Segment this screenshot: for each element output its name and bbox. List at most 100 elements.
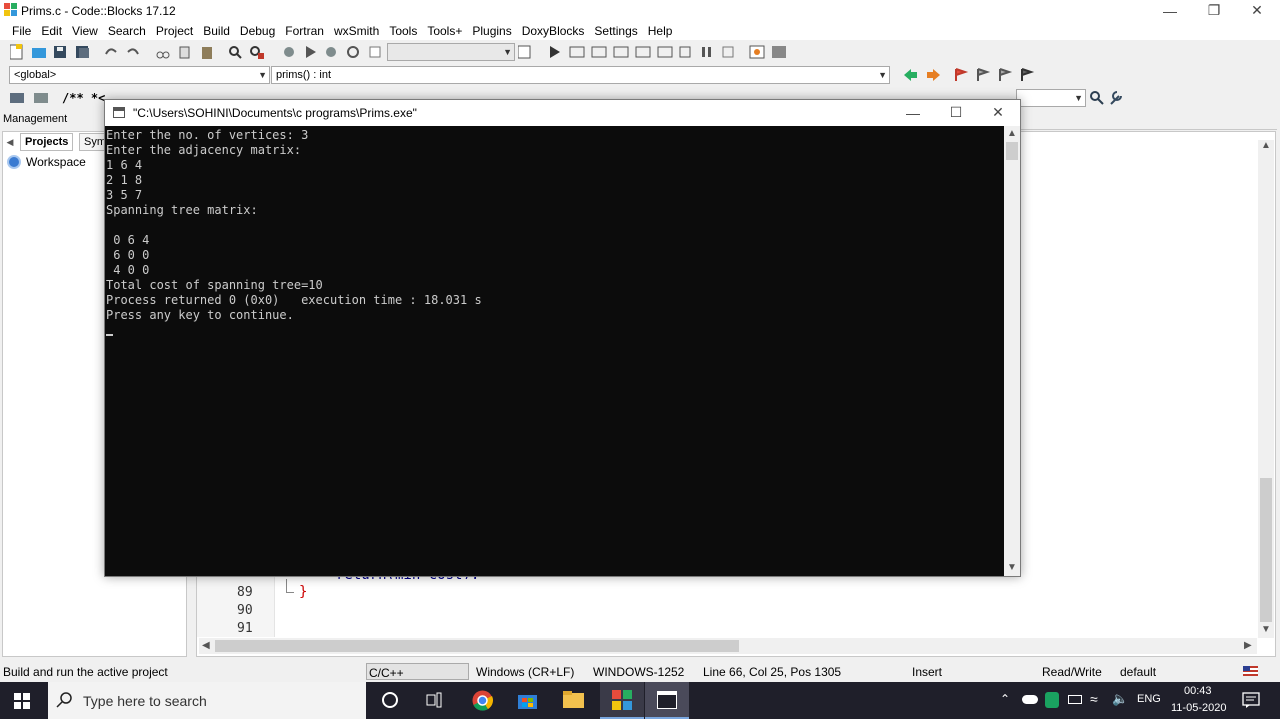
rebuild-icon[interactable]: [347, 46, 359, 58]
jump-back-icon[interactable]: [904, 69, 917, 81]
function-combo[interactable]: prims() : int ▼: [271, 66, 890, 84]
next-bookmark-icon[interactable]: [999, 68, 1013, 81]
tab-projects[interactable]: Projects: [20, 133, 74, 151]
build-target-combo[interactable]: ▼: [387, 43, 515, 61]
notifications-icon[interactable]: [1242, 692, 1260, 709]
clock-time[interactable]: 00:43: [1184, 685, 1212, 697]
stop-debug-icon[interactable]: [722, 46, 734, 58]
cortana-icon[interactable]: [382, 692, 398, 708]
store-icon[interactable]: [517, 690, 538, 710]
menu-search[interactable]: Search: [103, 24, 151, 38]
undo-icon[interactable]: [105, 48, 117, 55]
taskbar-codeblocks-button[interactable]: [600, 682, 644, 719]
console-maximize-button[interactable]: ☐: [936, 102, 976, 123]
step-instruction-icon[interactable]: [679, 46, 691, 58]
menu-view[interactable]: View: [67, 24, 103, 38]
build-icon[interactable]: [284, 47, 294, 57]
console-title-bar[interactable]: "C:\Users\SOHINI\Documents\c programs\Pr…: [105, 100, 1020, 126]
copy-icon[interactable]: [179, 46, 190, 59]
menu-wxsmith[interactable]: wxSmith: [329, 24, 384, 38]
menu-tools-plus[interactable]: Tools+: [422, 24, 467, 38]
menu-help[interactable]: Help: [643, 24, 678, 38]
close-button[interactable]: ✕: [1237, 0, 1277, 21]
restore-button[interactable]: ❐: [1194, 0, 1234, 21]
tray-expand-icon[interactable]: ⌃: [1000, 692, 1010, 706]
various-info-icon[interactable]: [772, 46, 786, 58]
pause-icon[interactable]: [702, 47, 711, 57]
chrome-icon[interactable]: [472, 690, 493, 711]
scroll-up-icon[interactable]: ▲: [1007, 128, 1017, 139]
paste-icon[interactable]: [202, 47, 212, 59]
scroll-up-icon[interactable]: ▲: [1261, 140, 1271, 151]
redo-icon[interactable]: [127, 48, 139, 55]
target-dialog-icon[interactable]: [518, 45, 531, 59]
save-all-icon[interactable]: [76, 46, 89, 58]
menu-project[interactable]: Project: [151, 24, 198, 38]
wifi-icon[interactable]: ≈: [1090, 691, 1098, 707]
scroll-thumb[interactable]: [215, 640, 739, 652]
menu-build[interactable]: Build: [198, 24, 235, 38]
console-window[interactable]: "C:\Users\SOHINI\Documents\c programs\Pr…: [104, 99, 1021, 577]
console-minimize-button[interactable]: —: [893, 102, 933, 123]
taskbar-search-box[interactable]: Type here to search: [48, 682, 366, 719]
scope-combo[interactable]: <global> ▼: [9, 66, 270, 84]
build-run-icon[interactable]: [326, 47, 336, 57]
scroll-right-icon[interactable]: ▶: [1244, 640, 1252, 651]
battery-icon[interactable]: [1068, 695, 1082, 704]
doxy-comment-button[interactable]: /** *<: [62, 91, 105, 105]
scroll-down-icon[interactable]: ▼: [1007, 562, 1017, 573]
language-indicator[interactable]: ENG: [1137, 693, 1161, 705]
debug-start-icon[interactable]: [550, 46, 560, 58]
editor-vertical-scrollbar[interactable]: ▲ ▼: [1258, 140, 1274, 638]
tab-symbols[interactable]: Sym: [79, 133, 105, 151]
prev-bookmark-icon[interactable]: [977, 68, 991, 81]
abort-icon[interactable]: [369, 46, 381, 58]
menu-settings[interactable]: Settings: [589, 24, 642, 38]
clear-bookmarks-icon[interactable]: [1021, 68, 1035, 81]
scroll-left-icon[interactable]: ◀: [202, 640, 210, 651]
step-into-icon[interactable]: [613, 46, 629, 58]
find-icon[interactable]: [229, 46, 242, 59]
next-line-icon[interactable]: [591, 46, 607, 58]
minimize-button[interactable]: —: [1150, 0, 1190, 21]
zoom-icon[interactable]: [1090, 91, 1104, 105]
menu-tools[interactable]: Tools: [384, 24, 422, 38]
scroll-down-icon[interactable]: ▼: [1261, 624, 1271, 635]
new-file-icon[interactable]: [10, 44, 23, 60]
menu-doxyblocks[interactable]: DoxyBlocks: [517, 24, 590, 38]
replace-icon[interactable]: [250, 46, 264, 59]
onedrive-icon[interactable]: [1022, 695, 1038, 704]
toggle-bookmark-icon[interactable]: [955, 68, 969, 81]
step-out-icon[interactable]: [635, 46, 651, 58]
console-output[interactable]: Enter the no. of vertices: 3 Enter the ad…: [105, 126, 1004, 576]
save-icon[interactable]: [54, 46, 66, 58]
console-close-button[interactable]: ✕: [978, 102, 1018, 123]
run-icon[interactable]: [306, 46, 316, 58]
taskbar-console-button[interactable]: [645, 682, 689, 719]
debug-windows-icon[interactable]: [749, 45, 765, 59]
open-file-icon[interactable]: [32, 48, 46, 58]
jump-forward-icon[interactable]: [927, 69, 940, 81]
cut-icon[interactable]: [156, 51, 170, 59]
menu-edit[interactable]: Edit: [36, 24, 67, 38]
menu-file[interactable]: File: [7, 24, 36, 38]
volume-icon[interactable]: 🔈: [1112, 691, 1128, 707]
menu-plugins[interactable]: Plugins: [467, 24, 516, 38]
green-tray-icon[interactable]: [1045, 692, 1059, 708]
clock-date[interactable]: 11-05-2020: [1171, 702, 1226, 714]
doxywizard-icon[interactable]: [10, 93, 24, 103]
menu-fortran[interactable]: Fortran: [280, 24, 329, 38]
run-to-cursor-icon[interactable]: [569, 46, 585, 58]
console-scrollbar[interactable]: ▲ ▼: [1004, 126, 1020, 576]
task-view-icon[interactable]: [426, 692, 444, 708]
scroll-thumb[interactable]: [1006, 142, 1018, 160]
scroll-thumb[interactable]: [1260, 478, 1272, 622]
extract-docs-icon[interactable]: [34, 93, 48, 103]
search-combo[interactable]: ▼: [1016, 89, 1086, 107]
tree-item-workspace[interactable]: Workspace: [26, 155, 86, 169]
wrench-icon[interactable]: [1110, 91, 1122, 105]
editor-horizontal-scrollbar[interactable]: ◀ ▶: [199, 638, 1257, 654]
next-instruction-icon[interactable]: [657, 46, 673, 58]
windows-start-icon[interactable]: [14, 693, 30, 709]
menu-debug[interactable]: Debug: [235, 24, 280, 38]
